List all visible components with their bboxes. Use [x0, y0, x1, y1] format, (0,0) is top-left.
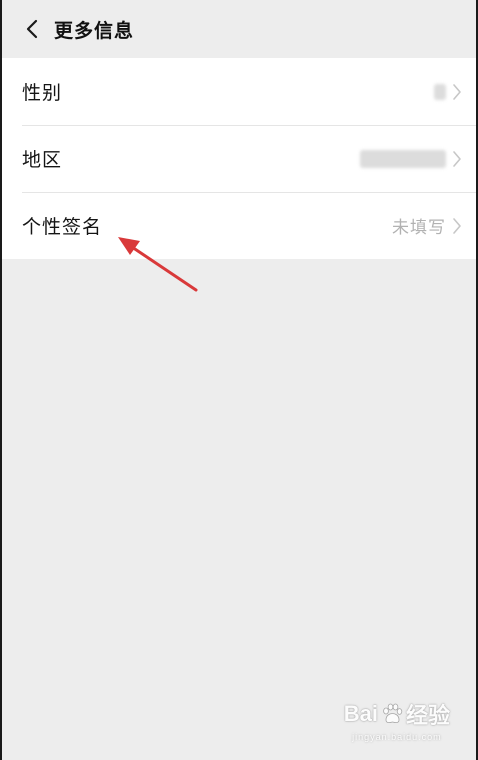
row-gender[interactable]: 性别 [2, 58, 476, 125]
nav-bar: 更多信息 [2, 0, 476, 58]
signature-value: 未填写 [392, 218, 446, 238]
row-label-region: 地区 [22, 149, 63, 171]
row-right-gender [434, 83, 462, 101]
row-signature[interactable]: 个性签名 未填写 [2, 192, 476, 259]
chevron-right-icon [452, 150, 462, 168]
row-label-gender: 性别 [22, 82, 63, 104]
row-label-signature: 个性签名 [22, 216, 103, 238]
phone-screen: 更多信息 性别 地区 个性签名 未填写 Bai 经验 jingyan.baidu… [0, 0, 478, 760]
blurred-gender-value [434, 83, 446, 100]
watermark-brand-left: Bai [343, 701, 378, 726]
blurred-region-value [360, 149, 446, 168]
watermark-brand: Bai 经验 [344, 698, 450, 730]
row-right-signature: 未填写 [392, 213, 462, 238]
watermark-brand-right: 经验 [405, 703, 450, 728]
baidu-jingyan-watermark: Bai 经验 jingyan.baidu.com [344, 698, 450, 742]
row-right-region [360, 149, 462, 168]
back-button[interactable] [12, 9, 52, 49]
paw-icon [383, 703, 403, 723]
info-list: 性别 地区 个性签名 未填写 [2, 58, 476, 259]
chevron-left-icon [26, 19, 38, 39]
chevron-right-icon [452, 217, 462, 235]
page-title: 更多信息 [54, 19, 135, 42]
chevron-right-icon [452, 83, 462, 101]
row-region[interactable]: 地区 [2, 125, 476, 192]
watermark-domain: jingyan.baidu.com [352, 732, 442, 742]
